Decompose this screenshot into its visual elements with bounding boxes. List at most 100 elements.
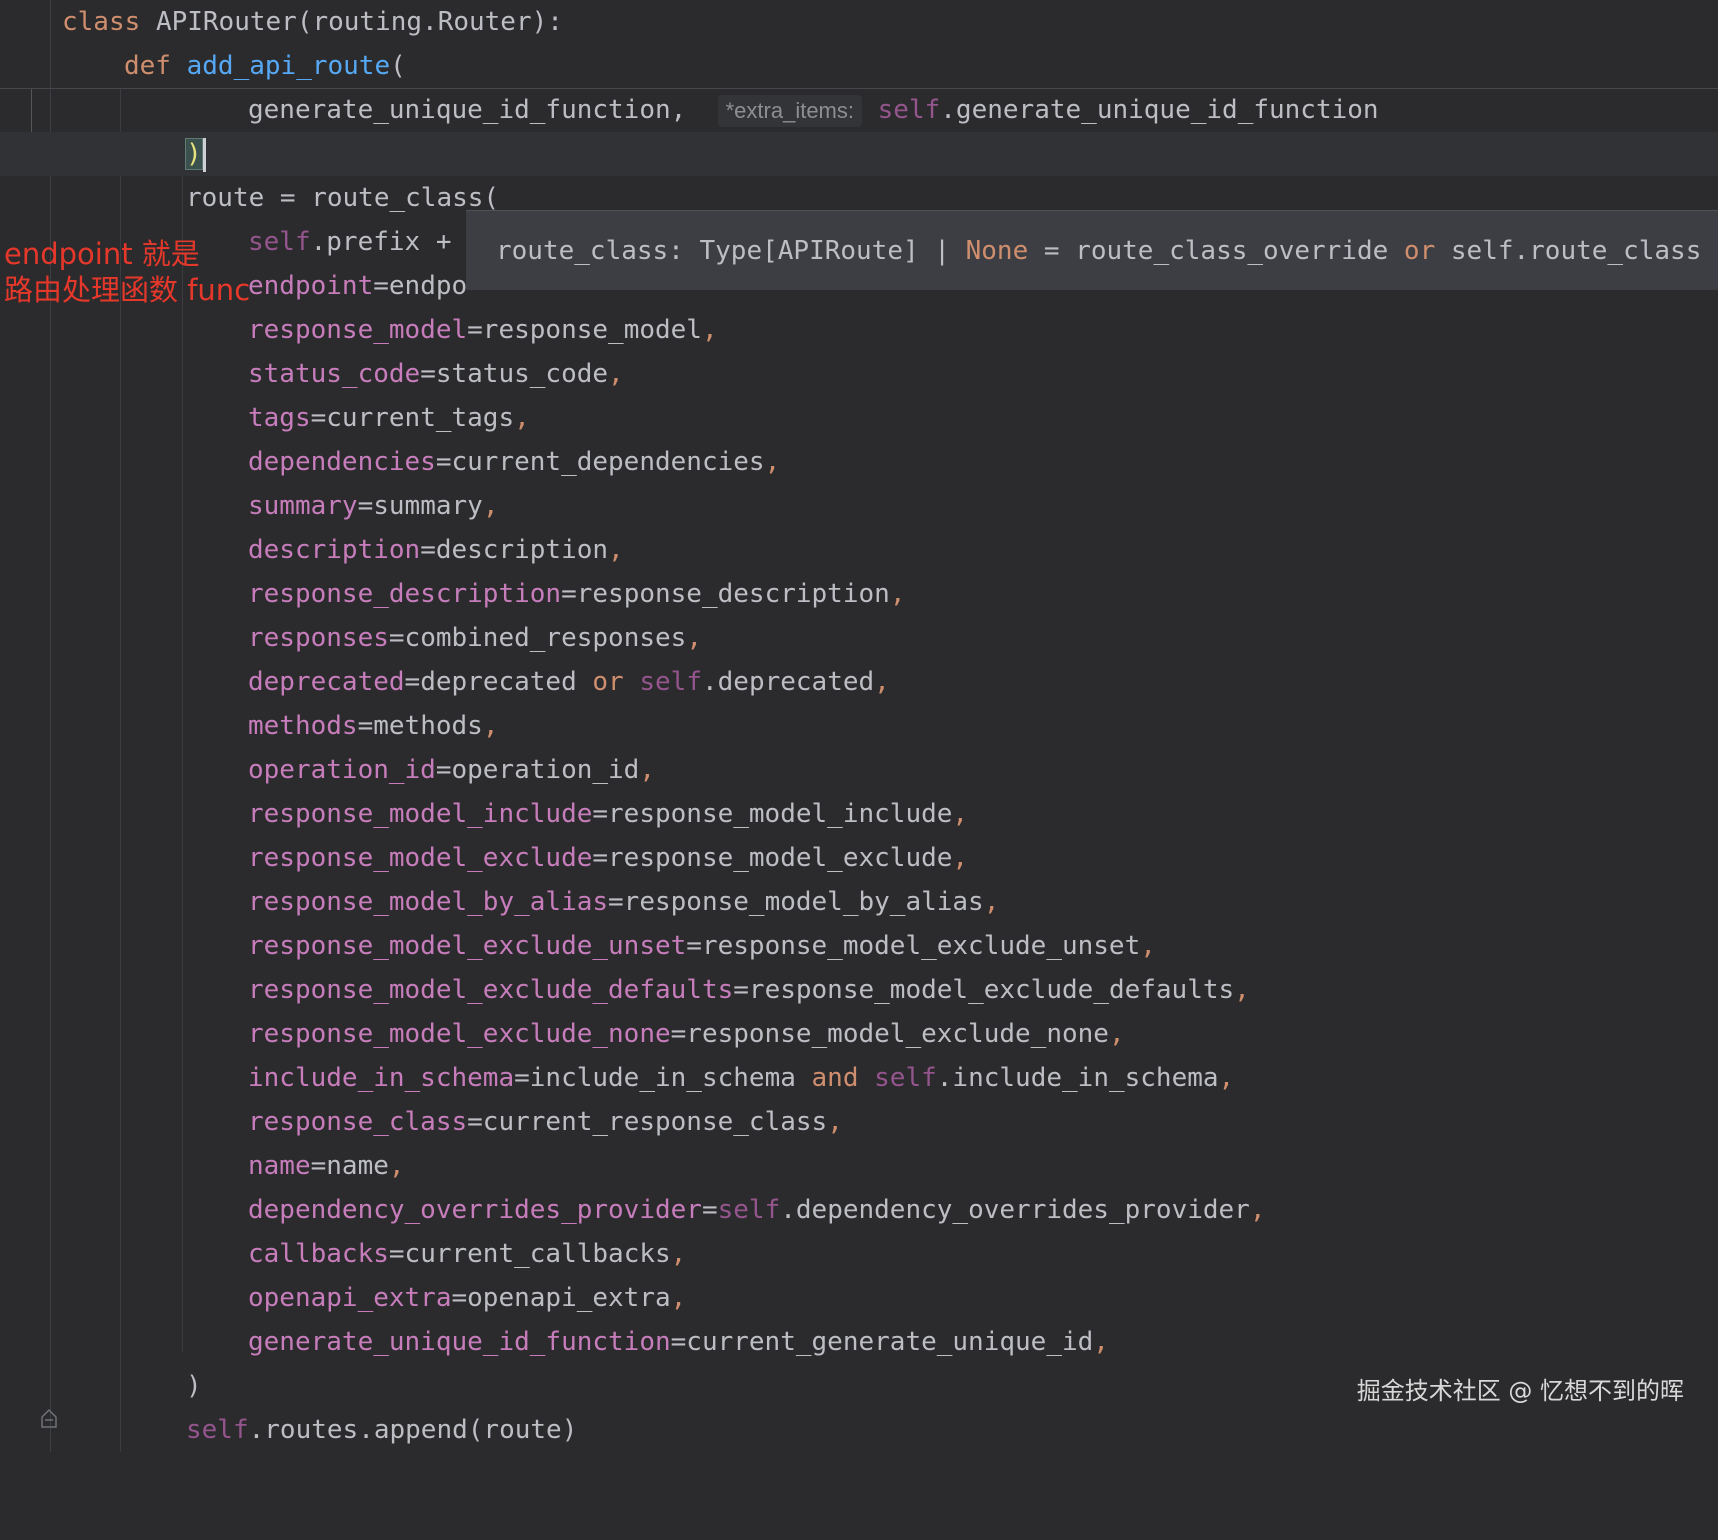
comma: , [639,755,655,785]
annotation-line-1: endpoint 就是 [4,237,200,271]
param-name: callbacks [248,1239,389,1269]
code-line-arg[interactable]: openapi_extra=openapi_extra, [0,1276,1718,1320]
comma: , [482,491,499,521]
code-line-class[interactable]: class APIRouter(routing.Router): [0,0,1718,44]
code-line-def[interactable]: def add_api_route( [0,44,1718,88]
param-value: =response_model [467,315,702,345]
param-name: response_description [248,579,562,609]
comma: , [983,887,1000,917]
code-line-arg[interactable]: response_model=response_model, [0,308,1718,352]
param-name: response_model_exclude [248,843,593,873]
param-value: =response_model_by_alias [608,887,984,917]
code-line-arg[interactable]: response_description=response_descriptio… [0,572,1718,616]
param-value: =current_callbacks [388,1239,671,1269]
comma: , [686,623,702,653]
code-editor[interactable]: class APIRouter(routing.Router): def add… [0,0,1718,1452]
code-line-arg[interactable]: response_model_exclude_unset=response_mo… [0,924,1718,968]
code-line-arg[interactable]: response_model_exclude_defaults=response… [0,968,1718,1012]
class-declaration: APIRouter(routing.Router): [155,7,563,37]
comma: , [701,315,718,345]
param-value: =include_in_schema [514,1063,812,1093]
prefix-expr: .prefix + [310,227,452,257]
param-value: =response_description [561,579,890,609]
param-name: name [248,1151,311,1181]
param-name: dependencies [248,447,436,477]
param-name: operation_id [248,755,436,785]
code-line-arg[interactable]: operation_id=operation_id, [0,748,1718,792]
code-line-arg[interactable]: status_code=status_code, [0,352,1718,396]
param-name: response_model [248,315,468,345]
code-line-arg[interactable]: name=name, [0,1144,1718,1188]
method-name: add_api_route [186,51,391,81]
code-line-arg[interactable]: tags=current_tags, [0,396,1718,440]
comma: , [388,1151,405,1181]
code-line-arg[interactable]: generate_unique_id_function=current_gene… [0,1320,1718,1364]
param-name: response_model_include [248,799,593,829]
self-keyword: self [639,667,702,697]
comma: , [670,1239,687,1269]
code-line-close-paren[interactable]: ) [0,132,1718,176]
param-value: =response_model_include [592,799,953,829]
code-line-gen-arg[interactable]: generate_unique_id_function, *extra_item… [0,88,1718,132]
inlay-hint: *extra_items: [717,94,862,127]
param-name: status_code [248,359,421,389]
param-name: generate_unique_id_function [248,1327,671,1357]
code-line-arg[interactable]: response_model_exclude_none=response_mod… [0,1012,1718,1056]
comma: , [952,799,969,829]
route-assignment: route = route_class( [186,183,500,213]
code-line-arg[interactable]: include_in_schema=include_in_schema and … [0,1056,1718,1100]
attr-access: .include_in_schema [936,1063,1219,1093]
param-value: =name [310,1151,389,1181]
comma: , [889,579,906,609]
tooltip-or-keyword: or [1403,236,1436,266]
comma: , [482,711,499,741]
code-line-arg[interactable]: dependencies=current_dependencies, [0,440,1718,484]
comma: , [1234,975,1250,1005]
close-paren: ) [186,1371,202,1401]
param-value: =response_model_exclude_none [670,1019,1109,1049]
comma: , [608,535,624,565]
comma: , [608,359,624,389]
comma: , [874,667,890,697]
param-name: response_model_by_alias [248,887,609,917]
self-keyword: self [717,1195,781,1225]
comma: , [670,1283,687,1313]
param-value: = [701,1195,718,1225]
tooltip-default: = route_class_override [1028,236,1404,266]
fold-icon[interactable] [40,1407,58,1429]
param-value: =current_response_class [467,1107,828,1137]
param-value: =combined_responses [388,623,687,653]
attr-access: .deprecated [701,667,875,697]
code-line-arg[interactable]: response_model_exclude=response_model_ex… [0,836,1718,880]
self-keyword: self [874,1063,937,1093]
code-line-arg[interactable]: response_class=current_response_class, [0,1100,1718,1144]
code-line-arg[interactable]: response_model_include=response_model_in… [0,792,1718,836]
param-name: response_class [248,1107,468,1137]
code-line-arg[interactable]: methods=methods, [0,704,1718,748]
code-line-arg[interactable]: callbacks=current_callbacks, [0,1232,1718,1276]
code-line-arg[interactable]: summary=summary, [0,484,1718,528]
code-line-arg[interactable]: response_model_by_alias=response_model_b… [0,880,1718,924]
comma: , [952,843,969,873]
self-keyword: self [877,95,941,125]
param-name: response_model_exclude_defaults [248,975,734,1005]
code-line-arg[interactable]: description=description, [0,528,1718,572]
param-name: description [248,535,421,565]
code-line-arg[interactable]: deprecated=deprecated or self.deprecated… [0,660,1718,704]
param-value: =openapi_extra [451,1283,671,1313]
param-name: response_model_exclude_none [248,1019,671,1049]
matched-bracket: ) [185,138,203,170]
param-name: include_in_schema [248,1063,515,1093]
red-annotation: endpoint 就是 路由处理函数 func [4,236,250,308]
self-keyword: self [186,1415,249,1445]
param-name: deprecated [248,667,405,697]
code-line-arg[interactable]: responses=combined_responses, [0,616,1718,660]
quick-info-tooltip: route_class: Type[APIRoute] | None = rou… [466,210,1718,290]
code-line-arg[interactable]: dependency_overrides_provider=self.depen… [0,1188,1718,1232]
text-caret [202,137,206,172]
param-endpoint: endpoint [248,271,374,301]
comma: , [1108,1019,1125,1049]
code-line-append[interactable]: self.routes.append(route) [0,1408,1718,1452]
attr-access: .dependency_overrides_provider [780,1195,1250,1225]
tooltip-none-keyword: None [965,236,1029,266]
